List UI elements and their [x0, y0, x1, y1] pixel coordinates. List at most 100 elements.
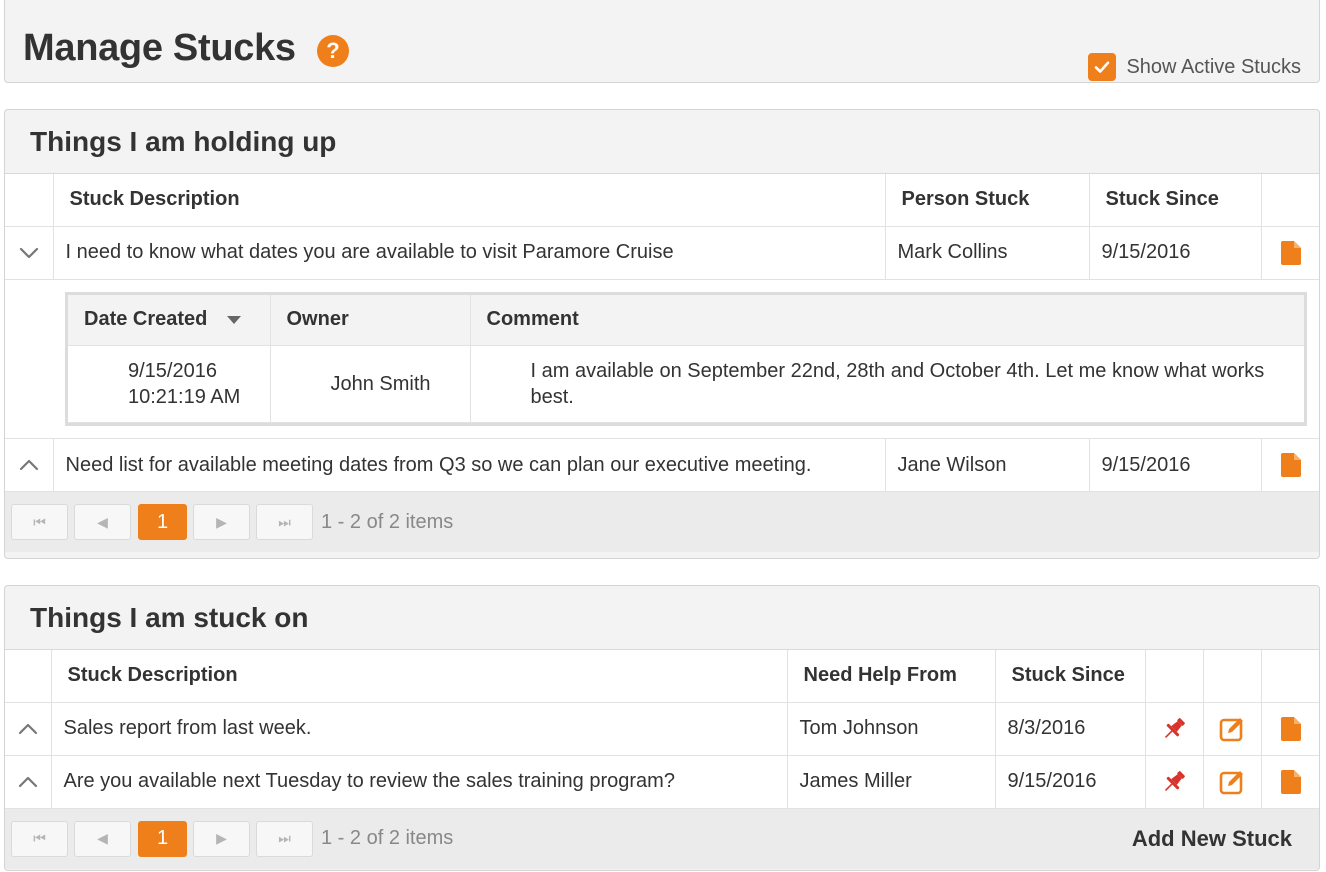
stuck-on-title: Things I am stuck on	[5, 586, 1319, 650]
next-page-button[interactable]: ▶	[193, 820, 250, 857]
help-icon[interactable]: ?	[317, 35, 349, 67]
column-header-owner[interactable]: Owner	[270, 294, 471, 346]
stuck-since: 8/3/2016	[995, 702, 1146, 756]
column-header-actions	[1261, 174, 1319, 227]
chevron-up-icon	[19, 460, 38, 471]
date-created-date: 9/15/2016	[128, 360, 217, 382]
column-header-stuck-since[interactable]: Stuck Since	[995, 650, 1146, 703]
last-page-button[interactable]: ⏭	[256, 504, 313, 540]
holding-up-table: Stuck Description Person Stuck Stuck Sin…	[5, 174, 1319, 492]
pushpin-icon	[1164, 717, 1185, 738]
person-stuck: Jane Wilson	[885, 438, 1090, 492]
pin-button[interactable]	[1145, 702, 1204, 756]
stuck-on-table: Stuck Description Need Help From Stuck S…	[5, 650, 1319, 809]
prev-page-button[interactable]: ◀	[74, 504, 131, 540]
prev-page-button[interactable]: ◀	[74, 820, 131, 857]
column-header-need-help-from[interactable]: Need Help From	[787, 650, 996, 703]
edit-button[interactable]	[1203, 702, 1262, 756]
add-new-stuck-button[interactable]: Add New Stuck	[1132, 826, 1292, 852]
last-page-icon: ⏭	[278, 513, 291, 530]
date-created-time: 10:21:19 AM	[128, 386, 241, 408]
prev-page-icon: ◀	[97, 513, 108, 530]
holding-up-title: Things I am holding up	[5, 110, 1319, 174]
document-icon	[1281, 453, 1302, 477]
edit-icon	[1219, 717, 1243, 741]
last-page-icon: ⏭	[278, 830, 291, 846]
column-header-stuck-since[interactable]: Stuck Since	[1089, 174, 1262, 227]
expand-toggle[interactable]	[5, 226, 54, 280]
stuck-since: 9/15/2016	[1089, 226, 1262, 280]
stuck-description: Are you available next Tuesday to review…	[51, 755, 788, 809]
holding-up-panel: Things I am holding up Stuck Description…	[4, 109, 1320, 559]
pager-info: 1 - 2 of 2 items	[321, 827, 454, 849]
note-button[interactable]	[1261, 226, 1319, 280]
expand-toggle[interactable]	[5, 438, 54, 492]
show-active-label: Show Active Stucks	[1126, 55, 1301, 78]
table-row: Sales report from last week. Tom Johnson…	[5, 702, 1319, 756]
holding-up-pager: ⏮ ◀ 1 ▶ ⏭ 1 - 2 of 2 items	[5, 492, 1319, 552]
need-help-from: James Miller	[787, 755, 996, 809]
comment-text: I am available on September 22nd, 28th a…	[470, 345, 1304, 423]
pin-button[interactable]	[1145, 755, 1204, 809]
column-header-person-stuck[interactable]: Person Stuck	[885, 174, 1090, 227]
expand-toggle[interactable]	[5, 702, 52, 756]
column-header-edit	[1203, 650, 1262, 703]
comments-header-row: Date Created Owner Comment	[68, 294, 1304, 346]
stuck-description: Sales report from last week.	[51, 702, 788, 756]
stuck-since: 9/15/2016	[1089, 438, 1262, 492]
stuck-on-header-row: Stuck Description Need Help From Stuck S…	[5, 650, 1319, 703]
table-row: I need to know what dates you are availa…	[5, 226, 1319, 280]
table-row: Are you available next Tuesday to review…	[5, 755, 1319, 809]
show-active-checkbox[interactable]	[1088, 53, 1117, 81]
next-page-button[interactable]: ▶	[193, 504, 250, 540]
header-panel: Manage Stucks ? Show Active Stucks	[4, 0, 1320, 83]
first-page-icon: ⏮	[33, 513, 46, 530]
detail-cell: Date Created Owner Comment 9/15/2016 10:2…	[5, 279, 1319, 439]
date-created: 9/15/2016 10:21:19 AM	[68, 345, 271, 423]
note-button[interactable]	[1261, 755, 1319, 809]
note-button[interactable]	[1261, 438, 1319, 492]
column-header-description[interactable]: Stuck Description	[53, 174, 886, 227]
note-button[interactable]	[1261, 702, 1319, 756]
table-row: Need list for available meeting dates fr…	[5, 438, 1319, 492]
stuck-since: 9/15/2016	[995, 755, 1146, 809]
document-icon	[1281, 769, 1302, 794]
column-header-note	[1261, 650, 1319, 703]
chevron-down-icon	[19, 247, 38, 258]
document-icon	[1281, 716, 1302, 741]
expand-toggle[interactable]	[5, 755, 52, 809]
pager-info: 1 - 2 of 2 items	[321, 510, 454, 533]
show-active-toggle[interactable]: Show Active Stucks	[1088, 53, 1301, 81]
prev-page-icon: ◀	[97, 830, 108, 846]
document-icon	[1281, 240, 1302, 265]
stuck-on-pager: ⏮ ◀ 1 ▶ ⏭ 1 - 2 of 2 items Add New Stuck	[5, 808, 1319, 869]
current-page-button[interactable]: 1	[138, 504, 187, 540]
first-page-button[interactable]: ⏮	[11, 820, 68, 857]
first-page-button[interactable]: ⏮	[11, 504, 68, 540]
column-header-pin	[1145, 650, 1204, 703]
date-created-label: Date Created	[84, 308, 208, 331]
holding-up-header-row: Stuck Description Person Stuck Stuck Sin…	[5, 174, 1319, 227]
stuck-description: Need list for available meeting dates fr…	[53, 438, 886, 492]
stuck-description: I need to know what dates you are availa…	[53, 226, 886, 280]
chevron-up-icon	[18, 776, 37, 787]
current-page-button[interactable]: 1	[138, 820, 187, 857]
detail-row: Date Created Owner Comment 9/15/2016 10:2…	[5, 279, 1319, 439]
comments-table: Date Created Owner Comment 9/15/2016 10:2…	[68, 294, 1304, 423]
page-title: Manage Stucks	[23, 27, 296, 69]
detail-grid: Date Created Owner Comment 9/15/2016 10:2…	[65, 291, 1307, 426]
column-header-expand	[5, 650, 52, 703]
edit-button[interactable]	[1203, 755, 1262, 809]
sort-desc-icon	[227, 315, 242, 324]
need-help-from: Tom Johnson	[787, 702, 996, 756]
first-page-icon: ⏮	[33, 830, 46, 846]
last-page-button[interactable]: ⏭	[256, 820, 313, 857]
pushpin-icon	[1164, 770, 1185, 791]
column-header-expand	[5, 174, 54, 227]
stuck-on-panel: Things I am stuck on Stuck Description N…	[4, 585, 1320, 871]
comment-owner: John Smith	[270, 345, 471, 423]
column-header-description[interactable]: Stuck Description	[51, 650, 788, 703]
column-header-comment[interactable]: Comment	[470, 294, 1304, 346]
checkmark-icon	[1095, 61, 1110, 73]
column-header-date-created[interactable]: Date Created	[68, 294, 271, 346]
